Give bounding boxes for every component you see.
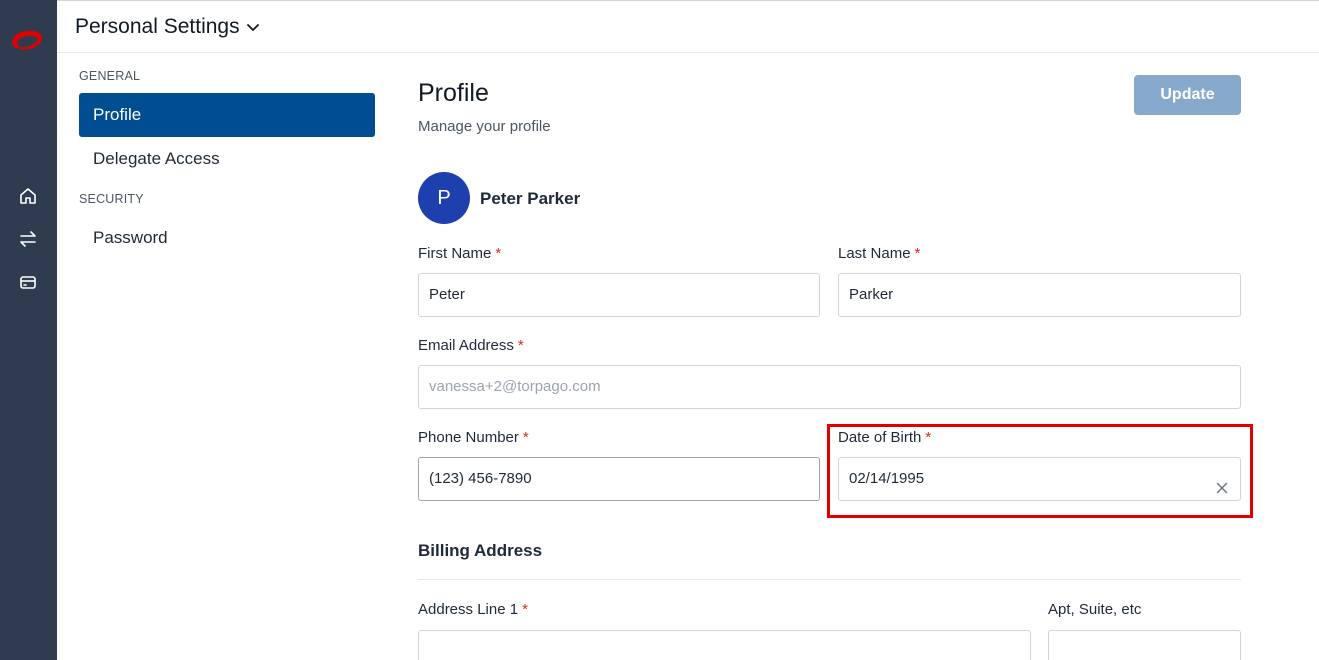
header-title: Personal Settings [75,15,240,38]
update-button[interactable]: Update [1134,75,1241,115]
transfer-icon[interactable] [17,228,39,250]
user-name: Peter Parker [480,189,581,208]
billing-address-heading: Billing Address [418,541,543,560]
required-asterisk: * [914,245,921,262]
home-icon[interactable] [17,185,39,207]
apt-suite-label: Apt, Suite, etc [1048,601,1142,618]
required-asterisk: * [517,337,524,354]
phone-field[interactable]: (123) 456-7890 [418,457,820,501]
last-name-label: Last Name * [838,245,921,262]
first-name-label: First Name * [418,245,502,262]
required-asterisk: * [522,601,528,618]
apt-suite-field[interactable] [1048,630,1241,660]
page-subtitle: Manage your profile [418,118,551,135]
avatar: P [418,172,470,224]
sidebar-section-general: GENERAL [79,69,141,83]
settings-menu-dropdown[interactable]: Personal Settings [75,15,260,39]
card-icon[interactable] [17,271,39,293]
phone-label: Phone Number * [418,429,529,446]
avatar-initial: P [437,186,451,209]
chevron-down-icon [246,15,260,39]
required-asterisk: * [495,245,502,262]
sidebar-item-password[interactable]: Password [79,216,375,260]
email-field[interactable]: vanessa+2@torpago.com [418,365,1241,409]
section-divider [418,579,1241,580]
last-name-field[interactable]: Parker [838,273,1241,317]
address-line-1-label: Address Line 1 * [418,601,528,618]
settings-sidebar: GENERAL Profile Delegate Access SECURITY… [57,53,387,660]
brand-logo-icon[interactable] [7,25,47,55]
sidebar-item-delegate-access[interactable]: Delegate Access [79,137,375,181]
email-label: Email Address * [418,337,524,354]
left-rail [0,0,57,660]
required-asterisk: * [522,429,529,446]
page-title: Profile [418,79,489,107]
sidebar-item-profile[interactable]: Profile [79,93,375,137]
dob-highlight-box [827,424,1253,518]
first-name-field[interactable]: Peter [418,273,820,317]
top-header: Personal Settings [57,0,1319,53]
sidebar-section-security: SECURITY [79,192,144,206]
address-line-1-field[interactable] [418,630,1031,660]
